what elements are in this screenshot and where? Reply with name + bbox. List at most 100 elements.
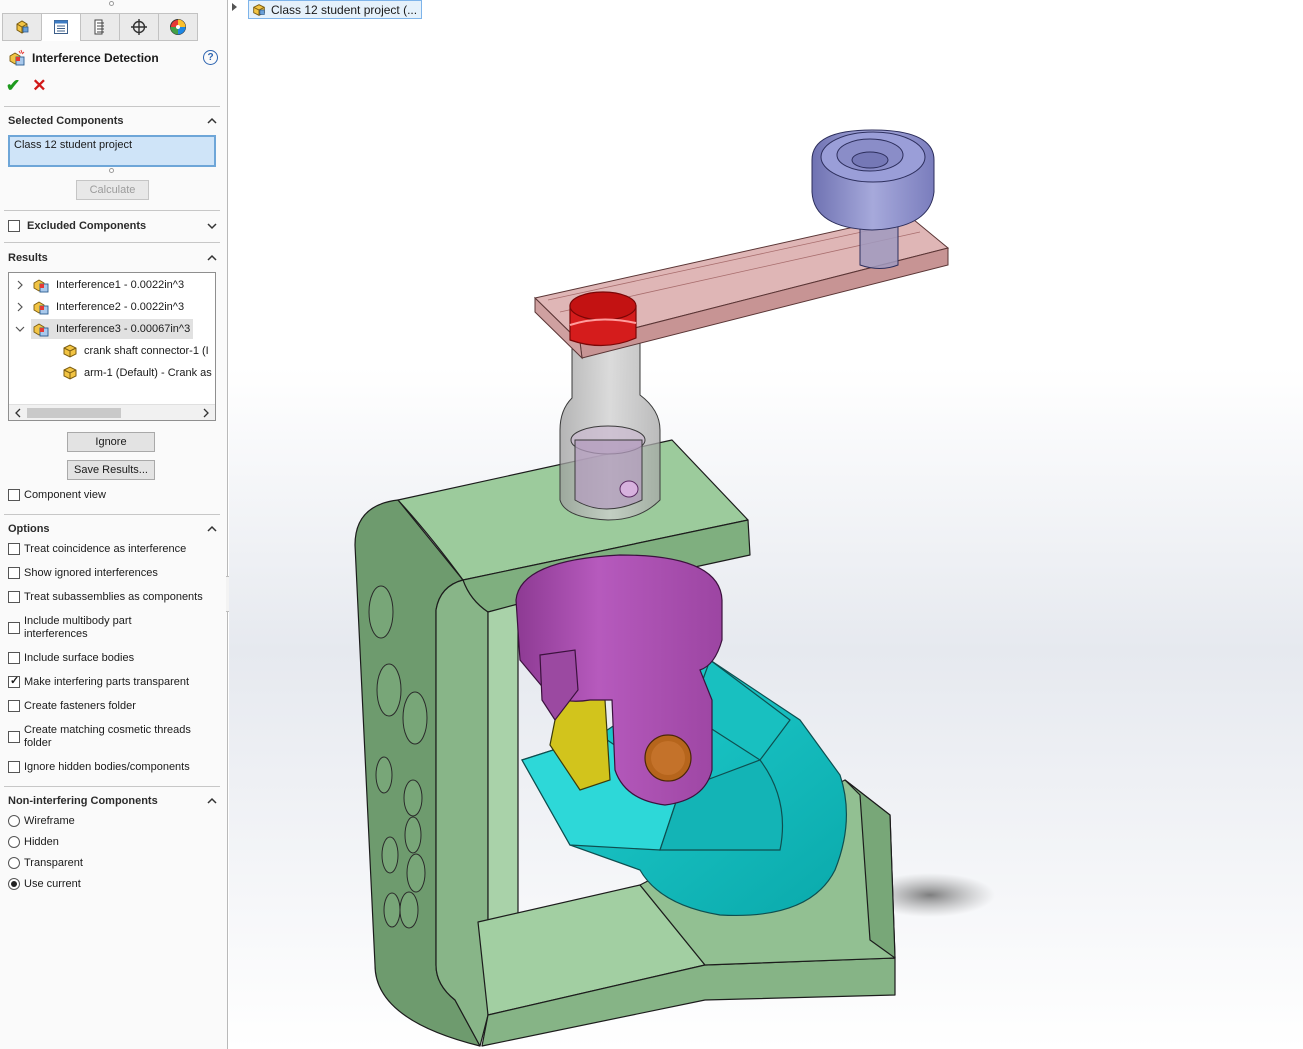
- results-item[interactable]: Interference1 - 0.0022in^3: [15, 275, 184, 295]
- option-treat-coincidence[interactable]: Treat coincidence as interference: [8, 543, 220, 556]
- option-include-multibody[interactable]: Include multibody part interferences: [8, 615, 220, 641]
- configuration-manager-tab[interactable]: [80, 13, 120, 41]
- radio-button[interactable]: [8, 836, 20, 848]
- option-label: Treat subassemblies as components: [24, 591, 203, 603]
- chevron-up-icon[interactable]: [206, 115, 218, 127]
- results-item[interactable]: Interference3 - 0.00067in^3: [15, 319, 194, 339]
- option-label: Component view: [24, 489, 106, 501]
- manager-tabs: [2, 13, 200, 41]
- graphics-area[interactable]: [229, 0, 1303, 1049]
- option-create-fasteners-folder[interactable]: Create fasteners folder: [8, 700, 220, 713]
- option-include-surface-bodies[interactable]: Include surface bodies: [8, 652, 220, 665]
- radio-wireframe[interactable]: Wireframe: [8, 815, 220, 828]
- ignore-button[interactable]: Ignore: [67, 432, 155, 452]
- option-label: Include surface bodies: [24, 652, 135, 664]
- crank-shaft-connector-part[interactable]: [559, 334, 661, 521]
- radio-use-current[interactable]: Use current: [8, 878, 220, 891]
- property-manager-panel: Interference Detection ? ✔ ✕ Selected Co…: [0, 0, 236, 1049]
- interference-region[interactable]: [569, 291, 637, 347]
- option-checkbox[interactable]: [8, 543, 20, 555]
- component-view-checkbox[interactable]: [8, 489, 20, 501]
- chevron-up-icon[interactable]: [206, 523, 218, 535]
- option-checkbox[interactable]: [8, 761, 20, 773]
- crosshair-icon: [131, 19, 147, 35]
- radio-label: Use current: [24, 878, 81, 890]
- list-resize-handle[interactable]: [109, 168, 114, 173]
- interference-detection-icon: [9, 49, 25, 66]
- option-checkbox[interactable]: [8, 652, 20, 664]
- results-child-item[interactable]: arm-1 (Default) - Crank as: [61, 363, 212, 383]
- option-label: Create fasteners folder: [24, 700, 136, 712]
- save-results-button[interactable]: Save Results...: [67, 460, 155, 480]
- panel-splitter-handle[interactable]: [109, 1, 114, 6]
- cancel-button[interactable]: ✕: [32, 76, 46, 96]
- radio-hidden[interactable]: Hidden: [8, 836, 220, 849]
- option-label: Show ignored interferences: [24, 567, 158, 579]
- part-icon: [63, 344, 77, 358]
- radio-button[interactable]: [8, 878, 20, 890]
- ok-button[interactable]: ✔: [6, 76, 20, 96]
- scrollbar-thumb[interactable]: [27, 408, 121, 418]
- options-header[interactable]: Options: [8, 520, 220, 538]
- option-show-ignored[interactable]: Show ignored interferences: [8, 567, 220, 580]
- divider: [4, 242, 220, 243]
- results-child-item[interactable]: crank shaft connector-1 (I: [61, 341, 209, 361]
- non-interfering-header[interactable]: Non-interfering Components: [8, 792, 220, 810]
- section-title: Options: [8, 523, 50, 535]
- results-tree[interactable]: Interference1 - 0.0022in^3 Interference2…: [8, 272, 216, 421]
- option-checkbox[interactable]: [8, 567, 20, 579]
- option-label: Treat coincidence as interference: [24, 543, 187, 555]
- scroll-left-icon[interactable]: [13, 408, 23, 418]
- selected-components-header[interactable]: Selected Components: [8, 112, 220, 130]
- display-manager-tab[interactable]: [158, 13, 198, 41]
- chevron-right-icon[interactable]: [15, 302, 25, 312]
- results-header[interactable]: Results: [8, 249, 220, 267]
- option-cosmetic-threads[interactable]: Create matching cosmetic threads folder: [8, 724, 220, 750]
- option-treat-subassemblies[interactable]: Treat subassemblies as components: [8, 591, 220, 604]
- assembly-model[interactable]: [229, 0, 1303, 1049]
- radio-button[interactable]: [8, 815, 20, 827]
- property-manager-tab[interactable]: [41, 13, 81, 41]
- results-item-label: Interference1 - 0.0022in^3: [56, 279, 185, 291]
- interference-icon: [33, 323, 49, 337]
- dimxpert-tab[interactable]: [119, 13, 159, 41]
- interference-icon: [33, 279, 49, 293]
- results-item-selected[interactable]: Interference3 - 0.00067in^3: [31, 319, 194, 339]
- excluded-components-header[interactable]: Excluded Components: [8, 217, 220, 235]
- chevron-right-icon[interactable]: [15, 280, 25, 290]
- page-title: Interference Detection: [32, 51, 159, 65]
- radio-transparent[interactable]: Transparent: [8, 857, 220, 870]
- option-checkbox[interactable]: [8, 591, 20, 603]
- results-item[interactable]: Interference2 - 0.0022in^3: [15, 297, 184, 317]
- option-checkbox[interactable]: [8, 731, 20, 743]
- option-checkbox[interactable]: [8, 700, 20, 712]
- chevron-up-icon[interactable]: [206, 795, 218, 807]
- divider: [4, 786, 220, 787]
- chevron-down-icon[interactable]: [206, 220, 218, 232]
- section-title: Selected Components: [8, 115, 124, 127]
- ok-cancel-group: ✔ ✕: [6, 76, 47, 96]
- chevron-up-icon[interactable]: [206, 252, 218, 264]
- calculate-button[interactable]: Calculate: [76, 180, 149, 200]
- breadcrumb-expand-icon[interactable]: [232, 3, 237, 11]
- selected-components-list[interactable]: Class 12 student project: [8, 135, 216, 167]
- divider: [4, 514, 220, 515]
- results-child-label: arm-1 (Default) - Crank as: [84, 367, 212, 379]
- option-ignore-hidden[interactable]: Ignore hidden bodies/components: [8, 761, 220, 774]
- radio-button[interactable]: [8, 857, 20, 869]
- option-checkbox[interactable]: [8, 622, 20, 634]
- option-make-transparent[interactable]: Make interfering parts transparent: [8, 675, 220, 689]
- results-child-label: crank shaft connector-1 (I: [84, 345, 209, 357]
- radio-label: Transparent: [24, 857, 83, 869]
- component-view-option[interactable]: Component view: [8, 489, 220, 502]
- scroll-right-icon[interactable]: [201, 408, 211, 418]
- excluded-components-checkbox[interactable]: [8, 220, 20, 232]
- option-label: Create matching cosmetic threads folder: [24, 724, 191, 749]
- breadcrumb[interactable]: Class 12 student project (...: [248, 0, 423, 19]
- option-checkbox[interactable]: [8, 675, 20, 688]
- chevron-down-icon[interactable]: [15, 324, 25, 334]
- help-icon[interactable]: ?: [203, 50, 218, 65]
- selected-component-item[interactable]: Class 12 student project: [14, 139, 132, 151]
- feature-manager-tab[interactable]: [2, 13, 42, 41]
- horizontal-scrollbar[interactable]: [9, 404, 215, 420]
